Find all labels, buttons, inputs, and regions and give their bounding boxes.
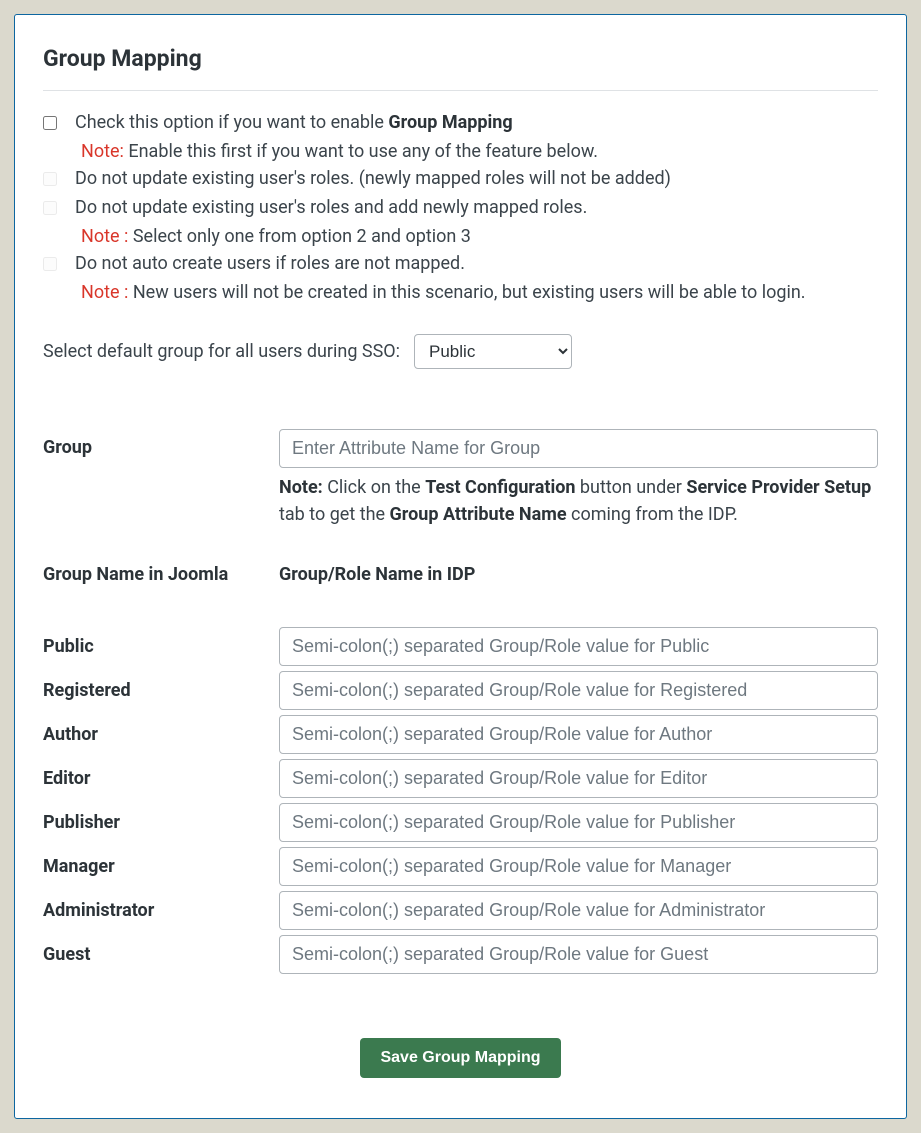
default-group-row: Select default group for all users durin… (43, 334, 878, 369)
help-text-4: coming from the IDP. (567, 504, 738, 525)
help-note-bold: Note: (279, 477, 323, 498)
save-group-mapping-button[interactable]: Save Group Mapping (360, 1038, 560, 1078)
group-attribute-label: Group (43, 429, 279, 458)
option-note: Note: Enable this first if you want to u… (81, 138, 878, 165)
group-field (279, 627, 878, 666)
default-group-select[interactable]: Public (414, 334, 572, 369)
group-attribute-input[interactable] (279, 429, 878, 468)
option-checkbox (43, 201, 57, 215)
group-attribute-field: Note: Click on the Test Configuration bu… (279, 429, 878, 528)
group-name-label: Manager (43, 847, 279, 877)
header-joomla: Group Name in Joomla (43, 564, 279, 585)
group-row: Registered (43, 671, 878, 710)
option-label-pre: Do not update existing user's roles. (ne… (75, 168, 671, 189)
help-text-3: tab to get the (279, 504, 390, 525)
group-row: Editor (43, 759, 878, 798)
option-label-pre: Do not update existing user's roles and … (75, 197, 587, 218)
note-text: Enable this first if you want to use any… (124, 141, 598, 162)
help-text-2: button under (575, 477, 686, 498)
form-area: Group Note: Click on the Test Configurat… (43, 429, 878, 1078)
option-label-bold: Group Mapping (388, 112, 512, 133)
group-name-label: Author (43, 715, 279, 745)
option-label: Do not update existing user's roles and … (75, 194, 878, 221)
button-wrap: Save Group Mapping (43, 1038, 878, 1078)
note-text: Select only one from option 2 and option… (128, 226, 471, 247)
option-label-pre: Check this option if you want to enable (75, 112, 388, 133)
group-role-input[interactable] (279, 803, 878, 842)
help-bold-1: Test Configuration (425, 477, 575, 498)
group-field (279, 715, 878, 754)
note-text: New users will not be created in this sc… (128, 282, 805, 303)
help-bold-3: Group Attribute Name (390, 504, 567, 525)
option-label: Check this option if you want to enable … (75, 109, 878, 136)
group-field (279, 847, 878, 886)
group-field (279, 803, 878, 842)
group-row: Public (43, 627, 878, 666)
note-label: Note : (81, 282, 128, 303)
option-row: Do not update existing user's roles. (ne… (43, 165, 878, 192)
group-rows: Public Registered Author Editor Publisher Man… (43, 627, 878, 974)
group-row: Author (43, 715, 878, 754)
group-mapping-panel: Group Mapping Check this option if you w… (14, 14, 907, 1119)
page-title: Group Mapping (43, 45, 878, 72)
group-row: Guest (43, 935, 878, 974)
group-role-input[interactable] (279, 759, 878, 798)
group-role-input[interactable] (279, 935, 878, 974)
header-idp: Group/Role Name in IDP (279, 564, 475, 585)
group-name-label: Publisher (43, 803, 279, 833)
group-name-label: Editor (43, 759, 279, 789)
group-role-input[interactable] (279, 891, 878, 930)
option-checkbox (43, 257, 57, 271)
group-name-label: Guest (43, 935, 279, 965)
option-note: Note : Select only one from option 2 and… (81, 223, 878, 250)
group-columns-header: Group Name in Joomla Group/Role Name in … (43, 564, 878, 585)
group-row: Manager (43, 847, 878, 886)
group-name-label: Administrator (43, 891, 279, 921)
group-role-input[interactable] (279, 671, 878, 710)
group-name-label: Public (43, 627, 279, 657)
default-group-label: Select default group for all users durin… (43, 341, 400, 362)
help-bold-2: Service Provider Setup (686, 477, 871, 498)
help-text-1: Click on the (323, 477, 425, 498)
group-role-input[interactable] (279, 847, 878, 886)
group-row: Publisher (43, 803, 878, 842)
option-label: Do not auto create users if roles are no… (75, 250, 878, 277)
note-label: Note: (81, 141, 124, 162)
option-label: Do not update existing user's roles. (ne… (75, 165, 878, 192)
note-label: Note : (81, 226, 128, 247)
option-checkbox (43, 172, 57, 186)
group-role-input[interactable] (279, 627, 878, 666)
option-note: Note : New users will not be created in … (81, 279, 878, 306)
group-field (279, 891, 878, 930)
divider (43, 90, 878, 91)
group-role-input[interactable] (279, 715, 878, 754)
option-checkbox[interactable] (43, 116, 57, 130)
option-row: Check this option if you want to enable … (43, 109, 878, 136)
group-row: Administrator (43, 891, 878, 930)
group-field (279, 935, 878, 974)
group-attribute-row: Group Note: Click on the Test Configurat… (43, 429, 878, 528)
option-label-pre: Do not auto create users if roles are no… (75, 253, 465, 274)
options-list: Check this option if you want to enable … (43, 109, 878, 306)
group-field (279, 759, 878, 798)
option-row: Do not auto create users if roles are no… (43, 250, 878, 277)
group-field (279, 671, 878, 710)
group-attribute-help: Note: Click on the Test Configuration bu… (279, 474, 878, 528)
group-name-label: Registered (43, 671, 279, 701)
option-row: Do not update existing user's roles and … (43, 194, 878, 221)
